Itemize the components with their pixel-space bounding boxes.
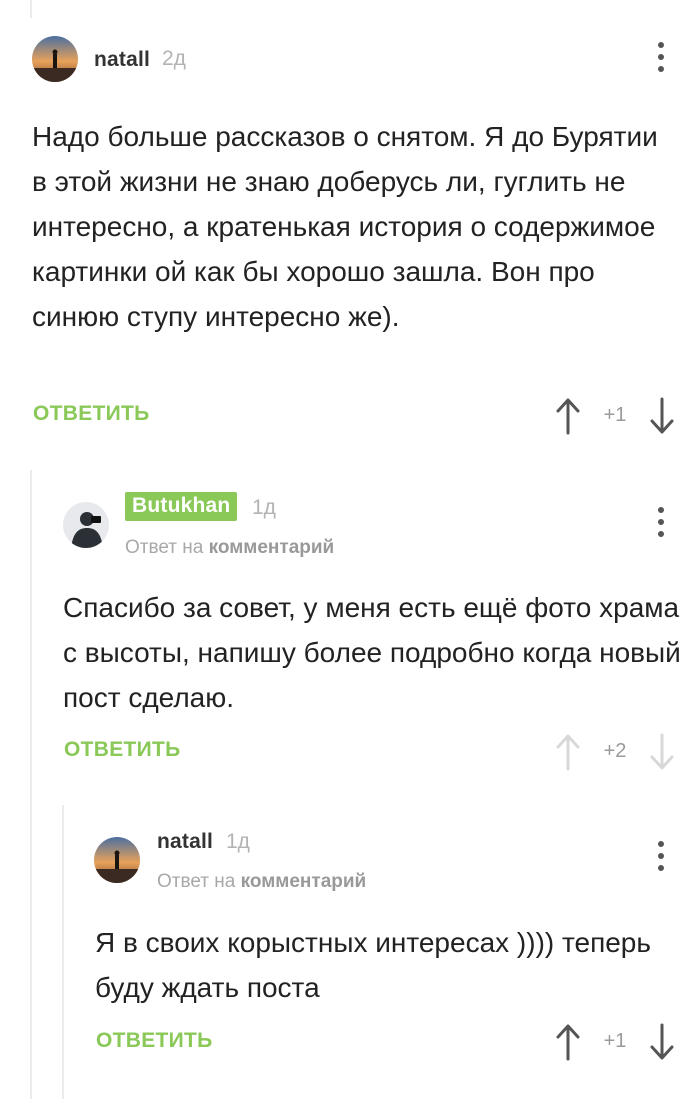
comment-author[interactable]: natall	[157, 830, 213, 854]
reply-to-prefix: Ответ на	[157, 871, 236, 892]
reply-button[interactable]: ОТВЕТИТЬ	[96, 1029, 213, 1053]
reply-to-target[interactable]: комментарий	[241, 871, 367, 892]
vote-score: +1	[603, 1030, 627, 1052]
vote-controls: +1	[555, 1022, 675, 1062]
downvote-arrow-icon[interactable]	[649, 1022, 675, 1062]
comment-text: Я в своих корыстных интересах )))) тепер…	[95, 927, 651, 1003]
sunset-silhouette-icon	[94, 837, 140, 883]
comment-natall-2: natall 1д Ответ на комментарий Я в своих…	[0, 0, 700, 1099]
reply-to-link[interactable]: Ответ на комментарий	[157, 871, 366, 893]
comment-age: 1д	[226, 830, 250, 853]
avatar-natall[interactable]	[94, 837, 140, 883]
upvote-arrow-icon[interactable]	[555, 1022, 581, 1062]
more-options-icon[interactable]	[654, 841, 668, 875]
